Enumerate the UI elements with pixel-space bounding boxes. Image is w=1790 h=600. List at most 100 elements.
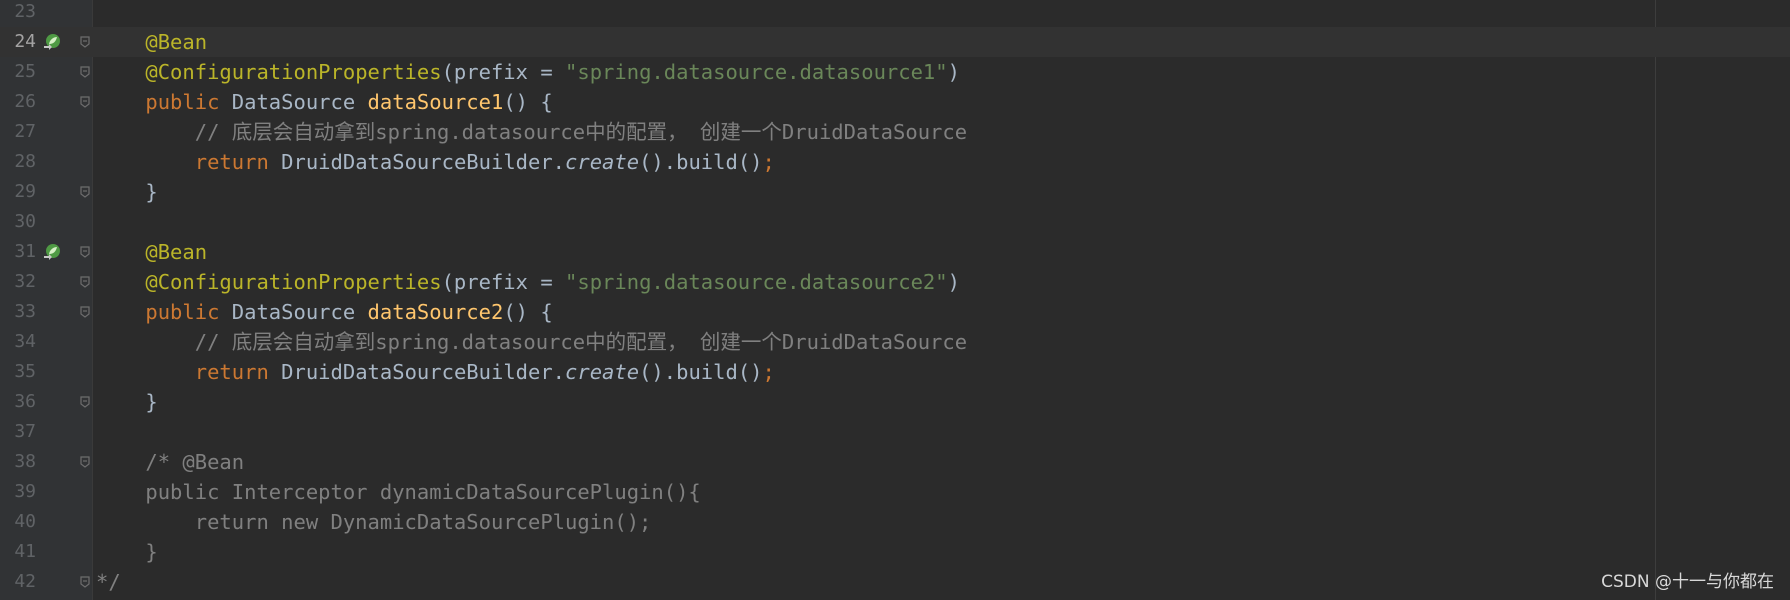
- code-token: @ConfigurationProperties: [145, 60, 442, 84]
- line-number: 23: [14, 1, 36, 22]
- code-token: "spring.datasource.datasource2": [565, 270, 948, 294]
- code-line[interactable]: 32 @ConfigurationProperties(prefix = "sp…: [0, 267, 1790, 297]
- code-token: @Bean: [145, 240, 208, 264]
- code-line[interactable]: 39 public Interceptor dynamicDataSourceP…: [0, 477, 1790, 507]
- code-token: return new DynamicDataSourcePlugin();: [96, 510, 652, 534]
- code-token: dataSource1: [367, 90, 504, 114]
- code-line[interactable]: 29 }: [0, 177, 1790, 207]
- code-token: DruidDataSourceBuilder.: [281, 150, 566, 174]
- code-token: create: [565, 150, 640, 174]
- code-token: ): [947, 270, 960, 294]
- code-text: @Bean: [96, 27, 207, 57]
- code-token: ;: [762, 150, 775, 174]
- code-text: public DataSource dataSource2() {: [96, 297, 553, 327]
- code-line[interactable]: 27 // 底层会自动拿到spring.datasource中的配置， 创建一个…: [0, 117, 1790, 147]
- fold-marker-icon[interactable]: [78, 95, 92, 109]
- code-text: // 底层会自动拿到spring.datasource中的配置， 创建一个Dru…: [96, 327, 967, 357]
- code-line[interactable]: 35 return DruidDataSourceBuilder.create(…: [0, 357, 1790, 387]
- fold-marker-icon[interactable]: [78, 395, 92, 409]
- code-token: return: [194, 360, 282, 384]
- code-line[interactable]: 26 public DataSource dataSource1() {: [0, 87, 1790, 117]
- code-token: */: [96, 570, 121, 594]
- code-token: () {: [503, 90, 553, 114]
- line-number: 34: [14, 331, 36, 352]
- code-token: @Bean: [145, 30, 208, 54]
- fold-marker-icon[interactable]: [78, 65, 92, 79]
- fold-marker-icon[interactable]: [78, 185, 92, 199]
- code-line[interactable]: 34 // 底层会自动拿到spring.datasource中的配置， 创建一个…: [0, 327, 1790, 357]
- code-token: }: [96, 390, 158, 414]
- code-line[interactable]: 38 /* @Bean: [0, 447, 1790, 477]
- code-line[interactable]: 30: [0, 207, 1790, 237]
- spring-bean-run-icon[interactable]: [42, 32, 62, 52]
- code-text: }: [96, 177, 157, 207]
- line-number: 27: [14, 121, 36, 142]
- line-number: 25: [14, 61, 36, 82]
- line-number: 42: [14, 571, 36, 592]
- code-token: dataSource2: [367, 300, 504, 324]
- fold-marker-icon[interactable]: [78, 275, 92, 289]
- fold-marker-icon[interactable]: [78, 35, 92, 49]
- code-line[interactable]: 28 return DruidDataSourceBuilder.create(…: [0, 147, 1790, 177]
- code-text: /* @Bean: [96, 447, 244, 477]
- code-line[interactable]: 42 */: [0, 567, 1790, 597]
- line-number: 24: [14, 31, 36, 52]
- spring-bean-run-icon[interactable]: [42, 242, 62, 262]
- code-line[interactable]: 37: [0, 417, 1790, 447]
- code-text: */: [96, 567, 121, 597]
- code-token: DruidDataSourceBuilder.: [281, 360, 566, 384]
- code-line[interactable]: 24 @Bean: [0, 27, 1790, 57]
- code-line[interactable]: 36 }: [0, 387, 1790, 417]
- code-token: ().build(): [639, 360, 763, 384]
- code-token: // 底层会自动拿到spring.datasource中的配置， 创建一个Dru…: [194, 330, 968, 354]
- code-line[interactable]: 31 @Bean: [0, 237, 1790, 267]
- code-line[interactable]: 41 }: [0, 537, 1790, 567]
- line-number: 40: [14, 511, 36, 532]
- code-token: create: [565, 360, 640, 384]
- code-line[interactable]: 23: [0, 0, 1790, 27]
- line-number: 31: [14, 241, 36, 262]
- code-token: ;: [762, 360, 775, 384]
- code-editor[interactable]: 23 24 @Bean 25 @ConfigurationProperties(pr…: [0, 0, 1790, 600]
- code-line[interactable]: 40 return new DynamicDataSourcePlugin();: [0, 507, 1790, 537]
- fold-marker-icon[interactable]: [78, 305, 92, 319]
- code-text: public Interceptor dynamicDataSourcePlug…: [96, 477, 701, 507]
- line-number: 28: [14, 151, 36, 172]
- code-text: return DruidDataSourceBuilder.create().b…: [96, 147, 775, 177]
- fold-marker-icon[interactable]: [78, 455, 92, 469]
- line-number: 41: [14, 541, 36, 562]
- code-text: return new DynamicDataSourcePlugin();: [96, 507, 652, 537]
- code-text: return DruidDataSourceBuilder.create().b…: [96, 357, 775, 387]
- code-token: public Interceptor dynamicDataSourcePlug…: [96, 480, 701, 504]
- code-line[interactable]: 33 public DataSource dataSource2() {: [0, 297, 1790, 327]
- code-token: return: [194, 150, 282, 174]
- code-token: ): [947, 60, 960, 84]
- fold-marker-icon[interactable]: [78, 245, 92, 259]
- code-token: DataSource: [231, 90, 368, 114]
- code-token: () {: [503, 300, 553, 324]
- code-token: }: [96, 540, 158, 564]
- code-text: @ConfigurationProperties(prefix = "sprin…: [96, 267, 960, 297]
- code-text: public DataSource dataSource1() {: [96, 87, 553, 117]
- code-token: public: [145, 300, 232, 324]
- code-token: (prefix =: [441, 270, 566, 294]
- line-number: 30: [14, 211, 36, 232]
- code-text: @ConfigurationProperties(prefix = "sprin…: [96, 57, 960, 87]
- line-number: 37: [14, 421, 36, 442]
- code-token: ().build(): [639, 150, 763, 174]
- code-line[interactable]: 25 @ConfigurationProperties(prefix = "sp…: [0, 57, 1790, 87]
- code-token: @ConfigurationProperties: [145, 270, 442, 294]
- fold-marker-icon[interactable]: [78, 575, 92, 589]
- line-number: 36: [14, 391, 36, 412]
- code-token: // 底层会自动拿到spring.datasource中的配置， 创建一个Dru…: [194, 120, 968, 144]
